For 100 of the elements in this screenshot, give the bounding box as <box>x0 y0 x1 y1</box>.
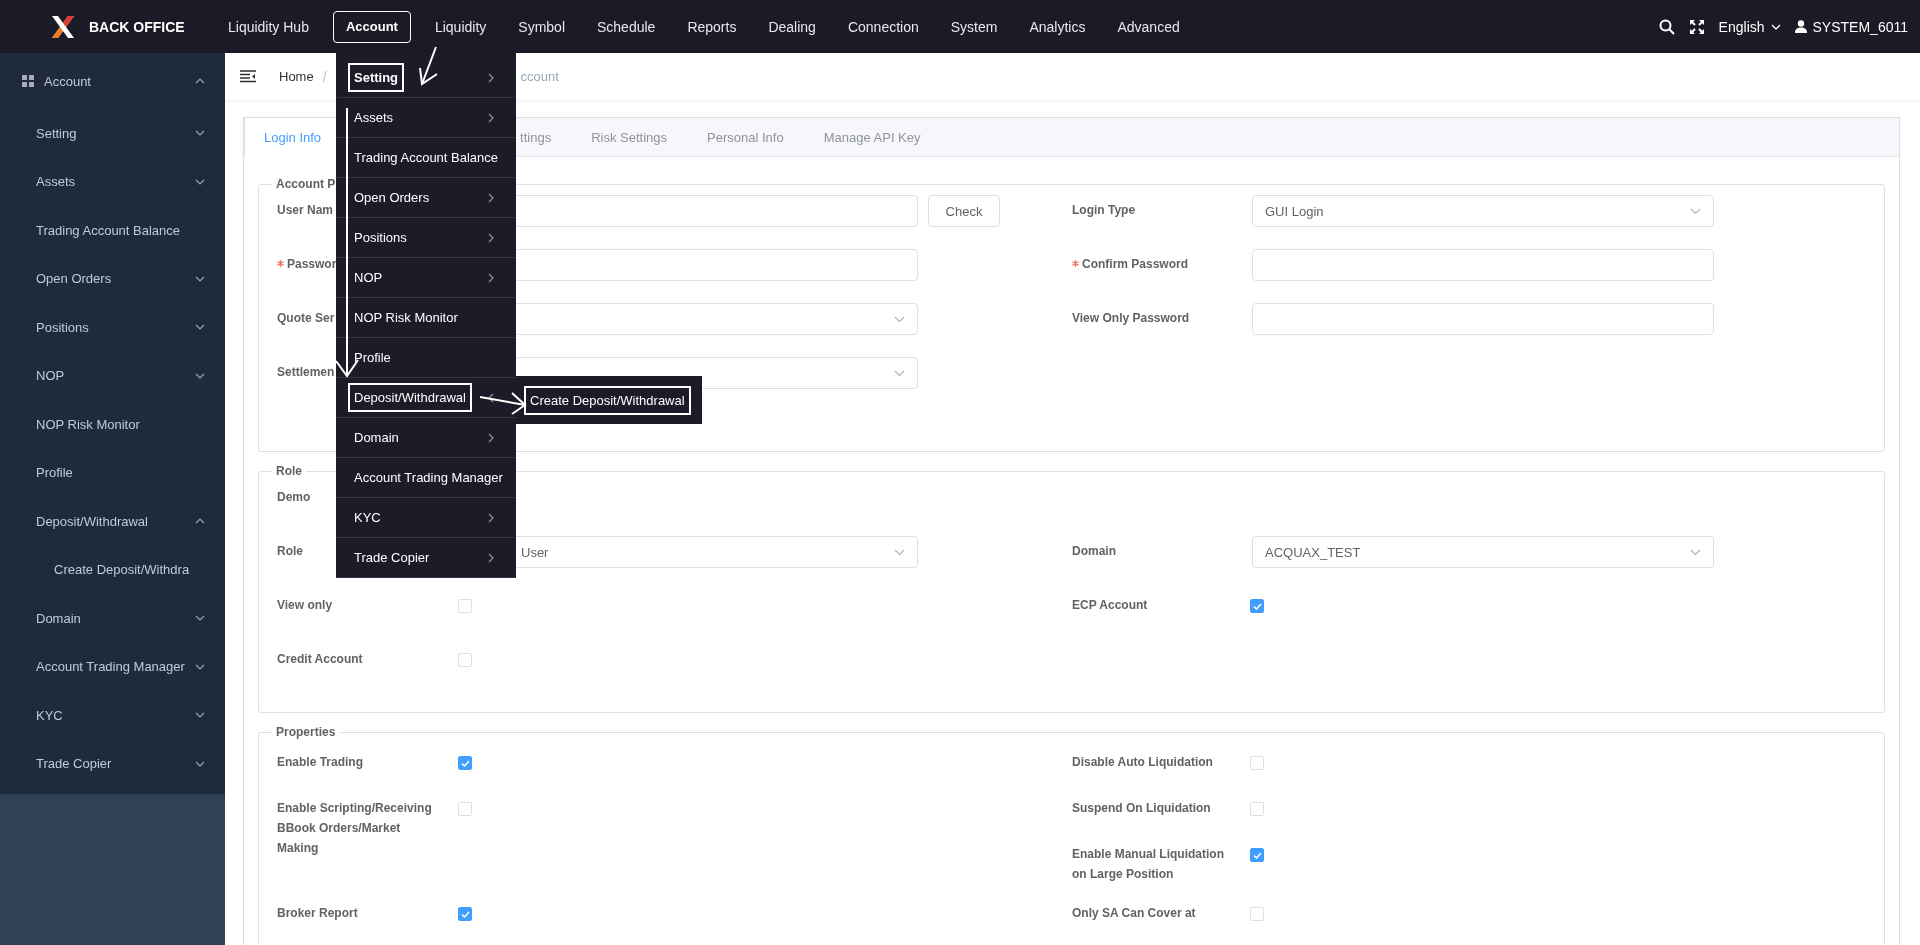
breadcrumb-link[interactable]: Home <box>279 69 314 84</box>
sidebar-item[interactable]: Positions <box>0 303 225 352</box>
field-label: Domain <box>1072 543 1116 560</box>
nav-item[interactable]: Liquidity Hub <box>220 10 317 43</box>
menu-item[interactable]: Assets <box>336 98 516 138</box>
field-label: View Only Password <box>1072 310 1190 327</box>
menu-item[interactable]: Profile <box>336 338 516 378</box>
annotation-arrow <box>419 46 438 86</box>
sidebar-item[interactable]: Account Trading Manager <box>0 642 225 691</box>
sidebar-item[interactable]: Setting <box>0 109 225 158</box>
nav-item[interactable]: Schedule <box>589 10 664 43</box>
field-label: Broker Report <box>277 905 358 922</box>
breadcrumb-separator: / <box>322 68 327 85</box>
menu-collapse-icon[interactable] <box>240 70 256 83</box>
sidebar-item[interactable]: NOP Risk Monitor <box>0 400 225 449</box>
chevron-down-icon <box>894 369 905 377</box>
chevron-down-icon <box>894 315 905 323</box>
sidebar-item[interactable]: KYC <box>0 691 225 740</box>
chevron-right-icon <box>488 272 494 283</box>
app-title: BACK OFFICE <box>89 18 185 35</box>
sidebar-item[interactable]: Deposit/Withdrawal <box>0 497 225 546</box>
nav-item[interactable]: Symbol <box>510 10 573 43</box>
field-label: Enable Scripting/Receiving BBook Orders/Market Making <box>277 800 433 857</box>
grid-icon <box>22 75 34 87</box>
nav-item[interactable]: Advanced <box>1109 10 1188 43</box>
nav-item[interactable]: System <box>942 10 1006 43</box>
chevron-down-icon <box>894 548 905 556</box>
text-input[interactable] <box>1252 303 1714 335</box>
field-label: Demo <box>277 489 311 506</box>
sidebar-subitem[interactable]: Create Deposit/Withdra <box>0 545 225 594</box>
checkbox[interactable] <box>1250 599 1264 613</box>
nav-item[interactable]: Analytics <box>1021 10 1094 43</box>
field-label: Credit Account <box>277 651 363 668</box>
menu-item[interactable]: Domain <box>336 418 516 458</box>
field-label: Confirm Password <box>1082 256 1189 273</box>
text-input[interactable] <box>1252 249 1714 281</box>
menu-item[interactable]: Trading Account Balance <box>336 138 516 178</box>
chevron-right-icon <box>488 232 494 243</box>
checkbox[interactable] <box>1250 848 1264 862</box>
fullscreen-icon[interactable] <box>1688 18 1705 35</box>
sidebar-item[interactable]: Domain <box>0 594 225 643</box>
chevron-right-icon <box>488 432 494 443</box>
section-title: Role <box>275 464 303 478</box>
field-label: Enable Manual Liquidation on Large Position <box>1072 846 1225 883</box>
menu-item[interactable]: Deposit/Withdrawal <box>336 378 516 418</box>
field-label: Passwor <box>287 256 337 273</box>
field-label: User Nam <box>277 202 334 219</box>
checkbox[interactable] <box>458 756 472 770</box>
sidebar-item[interactable]: Open Orders <box>0 254 225 303</box>
chevron-right-icon <box>488 192 494 203</box>
nav-item[interactable]: Account <box>332 10 411 43</box>
field-label: Disable Auto Liquidation <box>1072 754 1213 771</box>
user-icon <box>1794 20 1807 33</box>
field-label: ECP Account <box>1072 597 1148 614</box>
sidebar-group[interactable]: Account <box>0 53 225 109</box>
section-title: Properties <box>275 725 337 739</box>
chevron-left-icon <box>488 392 494 403</box>
sidebar-item[interactable]: Trade Copier <box>0 739 225 788</box>
field-label: Enable Trading <box>277 754 363 771</box>
nav-item[interactable]: Reports <box>679 10 745 43</box>
field-label: Role <box>277 543 303 560</box>
chevron-down-icon <box>1770 23 1781 30</box>
menu-item[interactable]: Positions <box>336 218 516 258</box>
field-label: Quote Ser <box>277 310 335 327</box>
select-field[interactable]: GUI Login <box>1252 195 1714 227</box>
search-icon[interactable] <box>1658 18 1675 35</box>
logo-icon <box>50 13 76 40</box>
check-button[interactable]: Check <box>928 195 1000 227</box>
field-label: Suspend On Liquidation <box>1072 800 1211 817</box>
select-field[interactable]: ACQUAX_TEST <box>1252 536 1714 568</box>
chevron-down-icon <box>1690 548 1701 556</box>
menu-item[interactable]: Open Orders <box>336 178 516 218</box>
menu-item[interactable]: Trade Copier <box>336 538 516 578</box>
menu-item[interactable]: Account Trading Manager <box>336 458 516 498</box>
menu-item[interactable]: NOP <box>336 258 516 298</box>
checkbox[interactable] <box>458 907 472 921</box>
sidebar-item[interactable]: Trading Account Balance <box>0 206 225 255</box>
chevron-down-icon <box>1690 207 1701 215</box>
nav-item[interactable]: Liquidity <box>426 10 495 43</box>
annotation-arrow <box>479 392 527 415</box>
section-title: Account P <box>275 177 337 191</box>
sidebar-item[interactable]: Profile <box>0 448 225 497</box>
field-label: Settlemen <box>277 364 335 381</box>
chevron-right-icon <box>488 552 494 563</box>
field-label: Only SA Can Cover at <box>1072 905 1196 922</box>
field-label: Login Type <box>1072 202 1136 219</box>
chevron-right-icon <box>488 112 494 123</box>
nav-item[interactable]: Connection <box>839 10 927 43</box>
menu-item[interactable]: NOP Risk Monitor <box>336 298 516 338</box>
user-name[interactable]: SYSTEM_6011 <box>1812 18 1908 35</box>
sidebar-group-label: Account <box>44 73 92 89</box>
field-label: View only <box>277 597 333 614</box>
language-selector[interactable]: English <box>1718 18 1781 35</box>
sidebar-item[interactable]: Assets <box>0 157 225 206</box>
chevron-right-icon <box>488 72 494 83</box>
chevron-right-icon <box>488 512 494 523</box>
menu-item[interactable]: Setting <box>336 58 516 98</box>
nav-item[interactable]: Dealing <box>760 10 824 43</box>
menu-item[interactable]: KYC <box>336 498 516 538</box>
sidebar-item[interactable]: NOP <box>0 351 225 400</box>
